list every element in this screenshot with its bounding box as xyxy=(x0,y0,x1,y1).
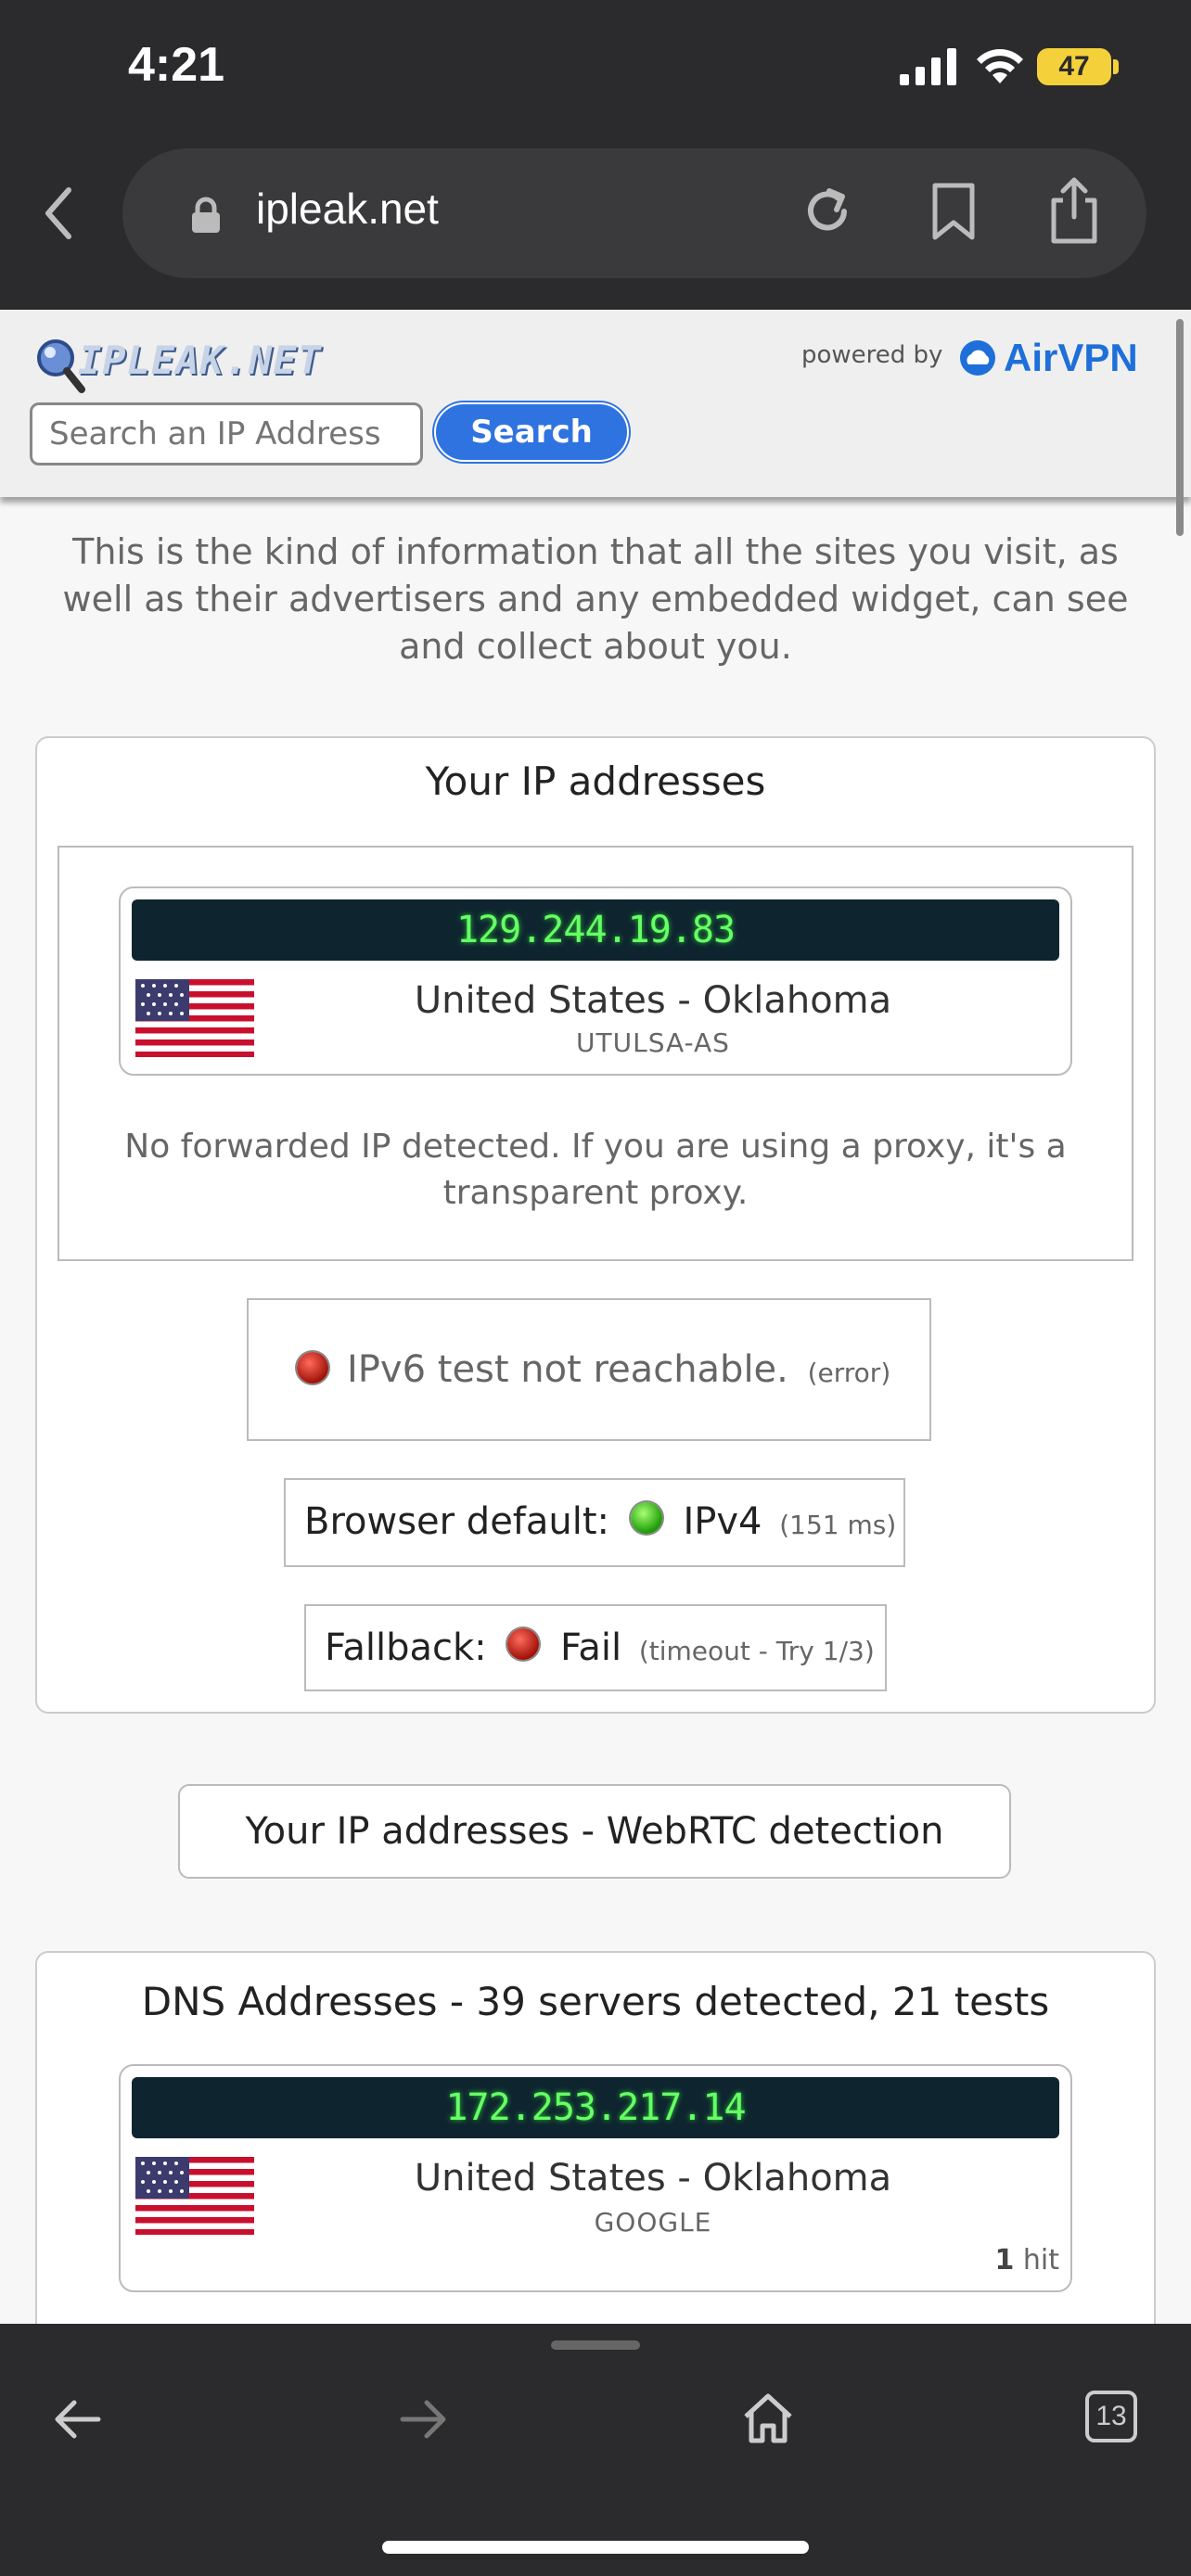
fallback-label: Fallback: xyxy=(325,1626,487,1669)
home-indicator xyxy=(382,2541,809,2554)
chevron-left-icon[interactable] xyxy=(37,181,78,246)
toolbar-grabber[interactable] xyxy=(551,2340,640,2350)
site-logo[interactable]: IPLEAK.NET xyxy=(78,338,322,383)
fallback-detail: (timeout - Try 1/3) xyxy=(638,1636,875,1666)
red-status-dot-icon xyxy=(297,1352,328,1384)
status-time: 4:21 xyxy=(128,38,225,92)
us-flag-icon xyxy=(135,979,254,1057)
green-status-dot-icon xyxy=(630,1502,662,1534)
battery-indicator: 47 xyxy=(1037,48,1111,85)
battery-tip xyxy=(1113,59,1119,74)
powered-by-label: powered by xyxy=(801,341,943,369)
cellular-signal-icon xyxy=(900,48,956,85)
browser-default-line: Browser default: IPv4 (151 ms) xyxy=(304,1500,896,1543)
magnifier-logo-icon[interactable] xyxy=(30,334,85,399)
arrow-left-icon[interactable] xyxy=(50,2396,106,2442)
webrtc-detection-label[interactable]: Your IP addresses - WebRTC detection xyxy=(178,1810,1011,1853)
wifi-icon xyxy=(977,49,1023,83)
ip-addresses-title: Your IP addresses xyxy=(425,759,766,804)
airvpn-brand[interactable]: AirVPN xyxy=(1004,336,1138,380)
forwarded-ip-note: No forwarded IP detected. If you are usi… xyxy=(124,1128,1067,1212)
browser-default-detail: (151 ms) xyxy=(779,1510,897,1540)
intro-text: This is the kind of information that all… xyxy=(62,531,1129,667)
dns-ip-value[interactable]: 172.253.217.14 xyxy=(132,2077,1059,2138)
ipv6-status-line: IPv6 test not reachable. (error) xyxy=(347,1348,890,1391)
airvpn-logo-icon[interactable] xyxy=(959,339,996,376)
dns-hits-count: 1 xyxy=(994,2244,1015,2276)
ipv6-detail: (error) xyxy=(807,1358,891,1388)
dns-location: United States - Oklahoma xyxy=(414,2157,892,2200)
dns-hits-label: hit xyxy=(1022,2244,1059,2276)
url-text[interactable]: ipleak.net xyxy=(256,184,439,234)
ip-isp: UTULSA-AS xyxy=(576,1027,730,1058)
dns-addresses-title: DNS Addresses - 39 servers detected, 21 … xyxy=(141,1979,1050,2024)
share-icon[interactable] xyxy=(1046,174,1102,245)
ip-location: United States - Oklahoma xyxy=(414,979,892,1022)
ip-address-value[interactable]: 129.244.19.83 xyxy=(132,899,1059,961)
bookmark-icon[interactable] xyxy=(928,182,980,243)
ip-search-input[interactable] xyxy=(30,402,423,465)
dns-hits: 1 hit xyxy=(890,2244,1059,2276)
lock-icon xyxy=(192,197,220,233)
reload-icon[interactable] xyxy=(798,182,857,241)
ipv6-status: IPv6 test not reachable. xyxy=(347,1348,788,1391)
arrow-right-icon[interactable] xyxy=(395,2396,451,2442)
fallback-value: Fail xyxy=(560,1626,622,1669)
tabs-button[interactable]: 13 xyxy=(1085,2391,1137,2442)
browser-toolbar xyxy=(0,2324,1191,2576)
dns-isp: GOOGLE xyxy=(594,2207,712,2238)
tabs-count: 13 xyxy=(1095,2401,1127,2431)
scrollbar[interactable] xyxy=(1176,319,1184,536)
fallback-line: Fallback: Fail (timeout - Try 1/3) xyxy=(325,1626,875,1669)
red-status-dot-icon xyxy=(507,1628,540,1660)
browser-default-label: Browser default: xyxy=(304,1500,610,1543)
us-flag-icon xyxy=(135,2157,254,2235)
browser-default-value: IPv4 xyxy=(683,1500,762,1543)
search-button[interactable]: Search xyxy=(434,402,629,462)
home-icon[interactable] xyxy=(742,2392,794,2444)
